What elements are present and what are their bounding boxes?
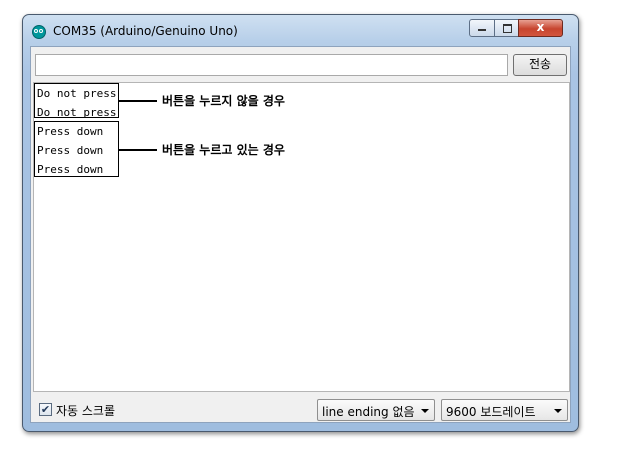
output-line: Press down: [37, 125, 104, 138]
output-line: Do not press: [37, 87, 117, 100]
annotation-connector: [119, 100, 157, 102]
annotation-not-pressed: 버튼을 누르지 않을 경우: [162, 94, 285, 108]
output-line: Press down: [37, 163, 104, 176]
baud-rate-value: 9600 보드레이트: [446, 405, 536, 419]
annotation-connector: [119, 149, 157, 151]
output-box-pressed: Press down Press down Press down: [34, 121, 119, 177]
send-button[interactable]: 전송: [513, 54, 567, 76]
serial-output-area[interactable]: Do not press Do not press Press down Pre…: [33, 82, 570, 392]
maximize-icon: [503, 24, 512, 33]
output-line: Press down: [37, 144, 104, 157]
line-ending-value: line ending 없음: [322, 405, 415, 419]
output-box-not-pressed: Do not press Do not press: [34, 83, 119, 119]
baud-rate-select[interactable]: 9600 보드레이트: [441, 399, 568, 421]
serial-monitor-window: COM35 (Arduino/Genuino Uno) x 전송 Do not …: [22, 14, 579, 432]
arduino-icon: [32, 25, 46, 39]
send-input[interactable]: [35, 54, 508, 76]
line-ending-select[interactable]: line ending 없음: [317, 399, 435, 421]
minimize-button[interactable]: [469, 19, 495, 37]
autoscroll-label: 자동 스크롤: [56, 404, 116, 418]
chevron-down-icon: [421, 409, 429, 413]
close-icon: x: [536, 20, 545, 34]
maximize-button[interactable]: [494, 19, 519, 37]
autoscroll-checkbox[interactable]: ✔: [39, 403, 52, 416]
annotation-pressed: 버튼을 누르고 있는 경우: [162, 143, 285, 157]
window-client-area: 전송 Do not press Do not press Press down …: [30, 46, 571, 423]
window-title: COM35 (Arduino/Genuino Uno): [53, 24, 238, 38]
chevron-down-icon: [554, 409, 562, 413]
checkmark-icon: ✔: [40, 403, 51, 416]
close-button[interactable]: x: [518, 19, 563, 37]
minimize-icon: [478, 29, 486, 31]
output-line: Do not press: [37, 106, 117, 119]
